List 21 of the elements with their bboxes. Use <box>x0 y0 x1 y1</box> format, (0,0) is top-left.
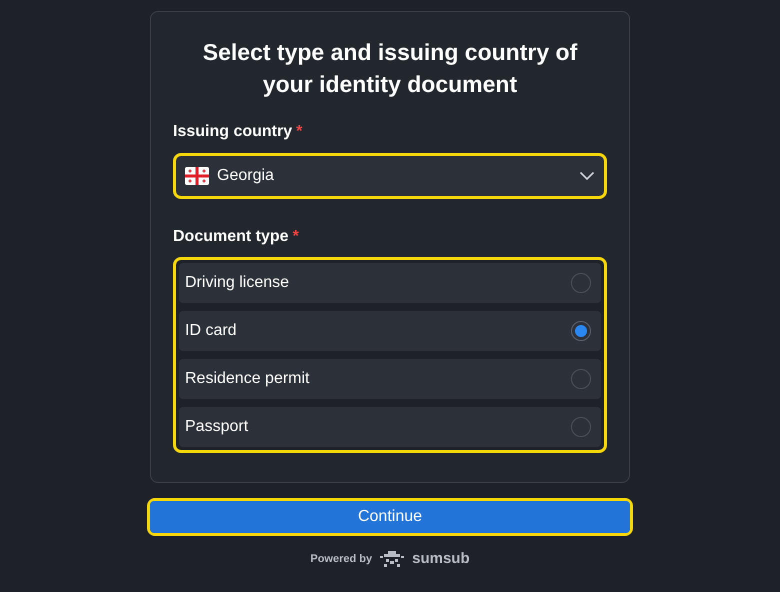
radio-button[interactable] <box>571 417 591 437</box>
radio-button[interactable] <box>571 321 591 341</box>
radio-button[interactable] <box>571 273 591 293</box>
country-value: Georgia <box>217 166 275 186</box>
document-option[interactable]: ID card <box>179 311 601 351</box>
chevron-down-icon <box>579 171 595 181</box>
powered-by-text: Powered by <box>310 552 372 567</box>
continue-button[interactable]: Continue <box>150 501 630 533</box>
brand-name: sumsub <box>412 549 470 569</box>
radio-button[interactable] <box>571 369 591 389</box>
field-label: Issuing country <box>173 122 292 142</box>
flag-icon <box>185 167 209 185</box>
document-option[interactable]: Driving license <box>179 263 601 303</box>
field-label: Document type <box>173 227 289 247</box>
document-option[interactable]: Passport <box>179 407 601 447</box>
brand-logo-icon <box>380 551 404 568</box>
required-mark: * <box>296 122 302 142</box>
required-mark: * <box>292 227 299 247</box>
document-option[interactable]: Residence permit <box>179 359 601 399</box>
form-title: Select type and issuing country of your identity document <box>202 38 578 99</box>
country-select[interactable]: Georgia <box>173 153 607 199</box>
